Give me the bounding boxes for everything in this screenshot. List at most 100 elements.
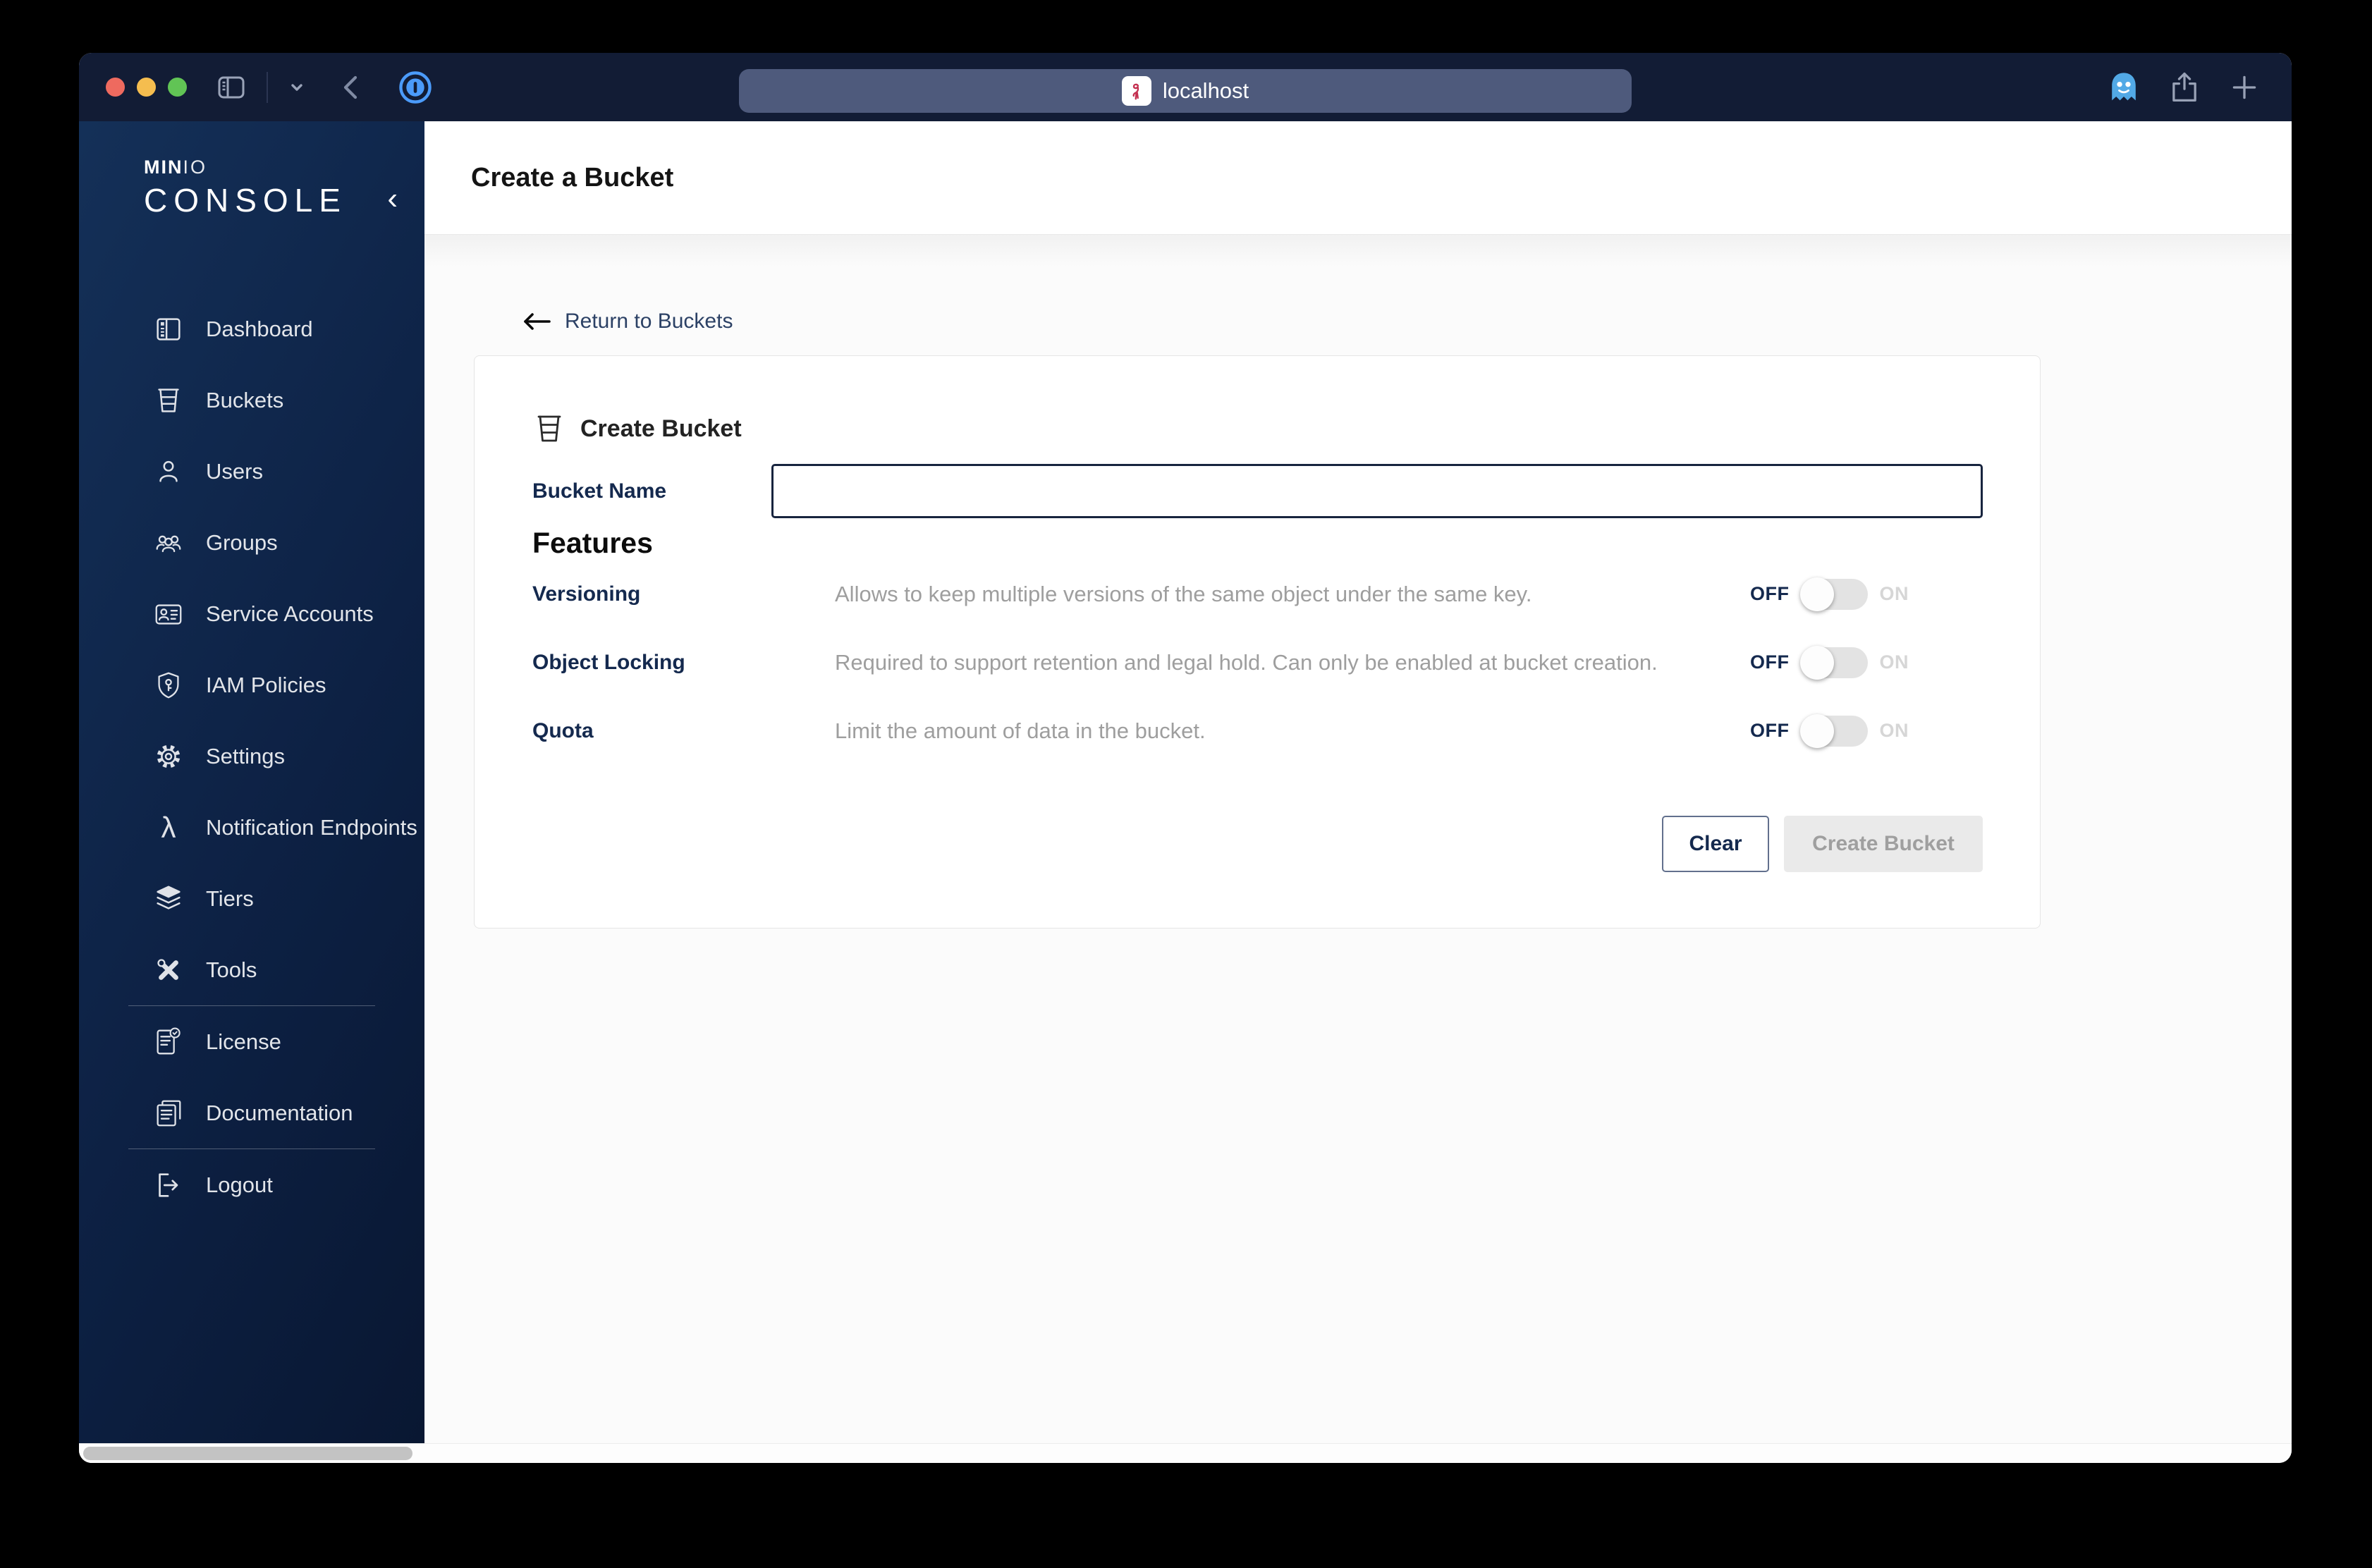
sidebar-item-documentation[interactable]: Documentation [79, 1077, 424, 1149]
close-window-button[interactable] [106, 78, 125, 97]
sidebar-item-label: License [206, 1029, 281, 1054]
bucket-name-label: Bucket Name [532, 479, 667, 503]
service-accounts-icon [152, 597, 185, 631]
sidebar-item-tools[interactable]: Tools [79, 934, 424, 1005]
logo-product: CONSOLE [144, 182, 347, 219]
feature-row-object-locking: Object Locking Required to support reten… [532, 628, 1983, 697]
features-heading: Features [532, 527, 653, 559]
toggle-knob [1799, 713, 1834, 748]
ghostery-icon[interactable] [2105, 69, 2142, 106]
sidebar-collapse-button[interactable]: ‹ [387, 183, 398, 214]
settings-icon [152, 740, 185, 773]
clear-button[interactable]: Clear [1662, 816, 1769, 872]
groups-icon [152, 526, 185, 560]
page-header: Create a Bucket [424, 121, 2292, 235]
buckets-icon [152, 384, 185, 417]
onepassword-icon[interactable] [395, 67, 436, 108]
sidebar-nav: Dashboard Buckets Users Groups Service A… [79, 293, 424, 1220]
minimize-window-button[interactable] [137, 78, 156, 97]
feature-description: Required to support retention and legal … [835, 649, 1658, 675]
share-icon[interactable] [2166, 69, 2203, 106]
arrow-left-icon [524, 313, 551, 330]
sidebar-item-label: Tools [206, 957, 257, 982]
sidebar-item-buckets[interactable]: Buckets [79, 365, 424, 436]
card-actions: Clear Create Bucket [532, 816, 1983, 872]
toggle-off-label: OFF [1750, 583, 1790, 604]
toggle-off-label: OFF [1750, 651, 1790, 673]
logo-brand: MINIO [144, 157, 208, 178]
return-to-buckets-link[interactable]: Return to Buckets [521, 310, 733, 333]
tools-icon [152, 953, 185, 987]
main-content: Create a Bucket Return to Buckets Create… [424, 121, 2292, 1443]
sidebar: MINIO CONSOLE ‹ Dashboard Buckets Users … [79, 121, 424, 1443]
toggle-on-label: ON [1879, 583, 1909, 604]
sidebar-item-license[interactable]: License [79, 1006, 424, 1077]
feature-description: Allows to keep multiple versions of the … [835, 581, 1532, 606]
tiers-icon [152, 882, 185, 916]
chevron-down-icon[interactable] [286, 77, 307, 98]
object-locking-toggle[interactable] [1799, 645, 1868, 680]
sidebar-item-groups[interactable]: Groups [79, 507, 424, 578]
license-icon [152, 1025, 185, 1059]
horizontal-scrollbar-track [79, 1443, 2292, 1463]
bucket-name-input[interactable] [771, 464, 1983, 518]
quota-toggle[interactable] [1799, 713, 1868, 748]
sidebar-item-label: Tiers [206, 886, 254, 911]
toggle-on-label: ON [1879, 720, 1909, 741]
sidebar-item-label: Documentation [206, 1100, 353, 1125]
create-bucket-button[interactable]: Create Bucket [1784, 816, 1983, 872]
feature-name: Versioning [532, 582, 641, 606]
page-title: Create a Bucket [471, 162, 674, 192]
sidebar-item-service-accounts[interactable]: Service Accounts [79, 578, 424, 649]
back-link-label: Return to Buckets [565, 310, 733, 333]
documentation-icon [152, 1096, 185, 1130]
logout-icon [152, 1168, 185, 1202]
zoom-window-button[interactable] [168, 78, 187, 97]
sidebar-item-notification-endpoints[interactable]: λ Notification Endpoints [79, 792, 424, 863]
users-icon [152, 455, 185, 489]
feature-description: Limit the amount of data in the bucket. [835, 718, 1206, 743]
browser-window: localhost MINIO CONSOLE ‹ Dashboard Buck… [79, 53, 2292, 1463]
sidebar-item-label: Settings [206, 743, 286, 768]
horizontal-scrollbar-thumb[interactable] [83, 1447, 412, 1460]
toggle-off-label: OFF [1750, 720, 1790, 741]
new-tab-icon[interactable] [2227, 70, 2262, 105]
window-controls [106, 53, 187, 121]
iam-policies-icon [152, 668, 185, 702]
sidebar-item-dashboard[interactable]: Dashboard [79, 293, 424, 365]
sidebar-item-logout[interactable]: Logout [79, 1149, 424, 1220]
toggle-knob [1799, 645, 1834, 680]
dashboard-icon [152, 312, 185, 346]
page-body: Return to Buckets Create Bucket Bucket N… [424, 235, 2292, 1443]
url-text: localhost [1162, 78, 1249, 103]
back-icon[interactable] [336, 71, 368, 104]
sidebar-item-label: Groups [206, 529, 278, 555]
feature-name: Object Locking [532, 650, 685, 674]
bucket-icon [532, 412, 566, 446]
sidebar-item-label: Logout [206, 1172, 273, 1197]
minio-console-logo: MINIO CONSOLE ‹ [79, 121, 424, 258]
create-bucket-card: Create Bucket Bucket Name Features Versi… [474, 355, 2041, 929]
sidebar-item-label: Service Accounts [206, 601, 374, 626]
feature-row-versioning: Versioning Allows to keep multiple versi… [532, 560, 1983, 628]
lambda-icon: λ [161, 810, 176, 844]
sidebar-item-label: IAM Policies [206, 672, 326, 697]
sidebar-item-tiers[interactable]: Tiers [79, 863, 424, 934]
bucket-name-row: Bucket Name [532, 464, 1983, 518]
browser-toolbar: localhost [79, 53, 2292, 121]
sidebar-item-settings[interactable]: Settings [79, 721, 424, 792]
sidebar-item-label: Buckets [206, 387, 284, 412]
toggle-knob [1799, 577, 1834, 611]
card-title: Create Bucket [580, 415, 742, 442]
sidebar-item-users[interactable]: Users [79, 436, 424, 507]
url-bar[interactable]: localhost [739, 69, 1632, 113]
minio-favicon [1121, 76, 1151, 106]
sidebar-toggle-icon[interactable] [214, 71, 248, 104]
sidebar-item-label: Dashboard [206, 316, 313, 341]
versioning-toggle[interactable] [1799, 577, 1868, 611]
sidebar-item-iam-policies[interactable]: IAM Policies [79, 649, 424, 721]
feature-name: Quota [532, 718, 594, 742]
toggle-on-label: ON [1879, 651, 1909, 673]
feature-row-quota: Quota Limit the amount of data in the bu… [532, 697, 1983, 765]
toolbar-divider [267, 71, 268, 103]
